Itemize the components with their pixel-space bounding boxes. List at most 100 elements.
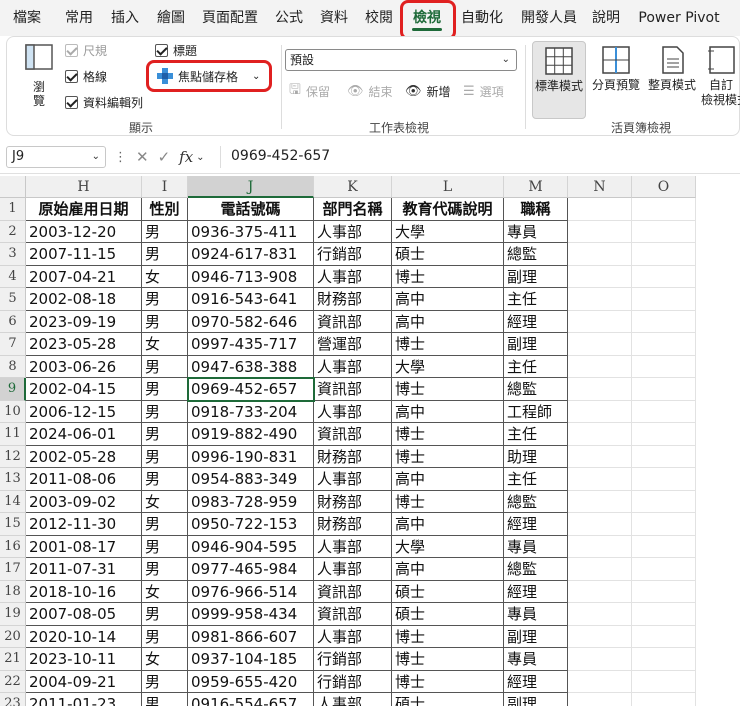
table-cell[interactable]: 2004-09-21	[26, 670, 142, 693]
table-cell[interactable]: 2023-05-28	[26, 333, 142, 356]
table-cell[interactable]: 經理	[504, 310, 568, 333]
table-cell[interactable]	[568, 648, 632, 671]
table-cell[interactable]: 0936-375-411	[188, 220, 314, 243]
table-cell[interactable]: 高中	[392, 400, 504, 423]
table-cell[interactable]: 高中	[392, 558, 504, 581]
table-cell[interactable]: 0937-104-185	[188, 648, 314, 671]
table-cell[interactable]	[568, 490, 632, 513]
table-cell[interactable]: 人事部	[314, 220, 392, 243]
table-cell[interactable]: 2011-01-23	[26, 693, 142, 706]
table-cell[interactable]: 男	[142, 423, 188, 446]
table-cell[interactable]	[568, 558, 632, 581]
menu-home[interactable]: 常用	[58, 0, 100, 36]
header-cell[interactable]: 職稱	[504, 198, 568, 221]
column-header-O[interactable]: O	[632, 176, 696, 198]
row-header[interactable]: 7	[0, 333, 26, 356]
table-cell[interactable]: 男	[142, 603, 188, 626]
table-cell[interactable]: 2007-08-05	[26, 603, 142, 626]
table-cell[interactable]: 副理	[504, 625, 568, 648]
row-header[interactable]: 13	[0, 468, 26, 491]
table-cell[interactable]: 女	[142, 580, 188, 603]
table-cell[interactable]: 男	[142, 513, 188, 536]
table-cell[interactable]: 人事部	[314, 265, 392, 288]
table-cell[interactable]: 行銷部	[314, 670, 392, 693]
table-cell[interactable]	[568, 400, 632, 423]
table-cell[interactable]: 碩士	[392, 580, 504, 603]
header-cell[interactable]	[632, 198, 696, 221]
table-cell[interactable]: 副理	[504, 265, 568, 288]
formula-bar-checkbox[interactable]: 資料編輯列	[65, 93, 143, 111]
table-cell[interactable]: 博士	[392, 378, 504, 401]
row-header[interactable]: 22	[0, 670, 26, 693]
table-cell[interactable]: 2003-06-26	[26, 355, 142, 378]
menu-draw[interactable]: 繪圖	[150, 0, 192, 36]
table-cell[interactable]: 0947-638-388	[188, 355, 314, 378]
menu-data[interactable]: 資料	[313, 0, 355, 36]
table-cell[interactable]: 2002-08-18	[26, 288, 142, 311]
table-cell[interactable]: 2001-08-17	[26, 535, 142, 558]
table-cell[interactable]: 男	[142, 310, 188, 333]
table-cell[interactable]: 博士	[392, 265, 504, 288]
table-cell[interactable]: 0999-958-434	[188, 603, 314, 626]
table-cell[interactable]: 財務部	[314, 445, 392, 468]
table-cell[interactable]	[568, 603, 632, 626]
cancel-icon[interactable]: ✕	[136, 148, 149, 166]
table-cell[interactable]: 總監	[504, 378, 568, 401]
table-cell[interactable]: 2007-11-15	[26, 243, 142, 266]
table-cell[interactable]	[632, 693, 696, 706]
header-cell[interactable]: 性別	[142, 198, 188, 221]
table-cell[interactable]: 大學	[392, 535, 504, 558]
table-cell[interactable]: 0950-722-153	[188, 513, 314, 536]
table-cell[interactable]	[632, 535, 696, 558]
row-header[interactable]: 12	[0, 445, 26, 468]
row-header[interactable]: 8	[0, 355, 26, 378]
column-header-K[interactable]: K	[314, 176, 392, 198]
table-cell[interactable]: 資訊部	[314, 603, 392, 626]
table-cell[interactable]: 博士	[392, 445, 504, 468]
table-cell[interactable]	[632, 603, 696, 626]
menu-formulas[interactable]: 公式	[268, 0, 310, 36]
menu-file[interactable]: 檔案	[6, 0, 48, 36]
column-header-N[interactable]: N	[568, 176, 632, 198]
table-cell[interactable]: 男	[142, 468, 188, 491]
table-cell[interactable]: 0959-655-420	[188, 670, 314, 693]
table-cell[interactable]: 人事部	[314, 355, 392, 378]
row-header[interactable]: 2	[0, 220, 26, 243]
table-cell[interactable]: 男	[142, 220, 188, 243]
table-cell[interactable]: 男	[142, 535, 188, 558]
table-cell[interactable]	[632, 423, 696, 446]
table-cell[interactable]: 0997-435-717	[188, 333, 314, 356]
table-cell[interactable]	[632, 445, 696, 468]
table-cell[interactable]: 經理	[504, 670, 568, 693]
column-header-H[interactable]: H	[26, 176, 142, 198]
page-break-preview-button[interactable]: 分頁預覽	[589, 41, 643, 119]
table-cell[interactable]	[632, 490, 696, 513]
table-cell[interactable]: 總監	[504, 558, 568, 581]
table-cell[interactable]: 副理	[504, 693, 568, 706]
table-cell[interactable]	[568, 220, 632, 243]
table-cell[interactable]	[632, 220, 696, 243]
row-header[interactable]: 14	[0, 490, 26, 513]
menu-power-pivot[interactable]: Power Pivot	[634, 0, 724, 36]
table-cell[interactable]: 男	[142, 445, 188, 468]
table-cell[interactable]	[632, 580, 696, 603]
table-cell[interactable]: 0981-866-607	[188, 625, 314, 648]
table-cell[interactable]: 2011-08-06	[26, 468, 142, 491]
header-cell[interactable]: 原始雇用日期	[26, 198, 142, 221]
header-cell[interactable]: 教育代碼說明	[392, 198, 504, 221]
table-cell[interactable]	[568, 265, 632, 288]
enter-icon[interactable]: ✓	[158, 148, 171, 166]
table-cell[interactable]: 高中	[392, 310, 504, 333]
table-cell[interactable]: 0918-733-204	[188, 400, 314, 423]
name-box[interactable]: J9 ⌄	[6, 146, 106, 168]
table-cell[interactable]: 2011-07-31	[26, 558, 142, 581]
table-cell[interactable]: 高中	[392, 513, 504, 536]
row-header[interactable]: 5	[0, 288, 26, 311]
table-cell[interactable]: 博士	[392, 333, 504, 356]
column-header-I[interactable]: I	[142, 176, 188, 198]
row-header[interactable]: 20	[0, 625, 26, 648]
exit-button[interactable]: 👁 結束	[347, 82, 393, 100]
table-cell[interactable]	[568, 535, 632, 558]
row-header[interactable]: 18	[0, 580, 26, 603]
table-cell[interactable]	[568, 670, 632, 693]
